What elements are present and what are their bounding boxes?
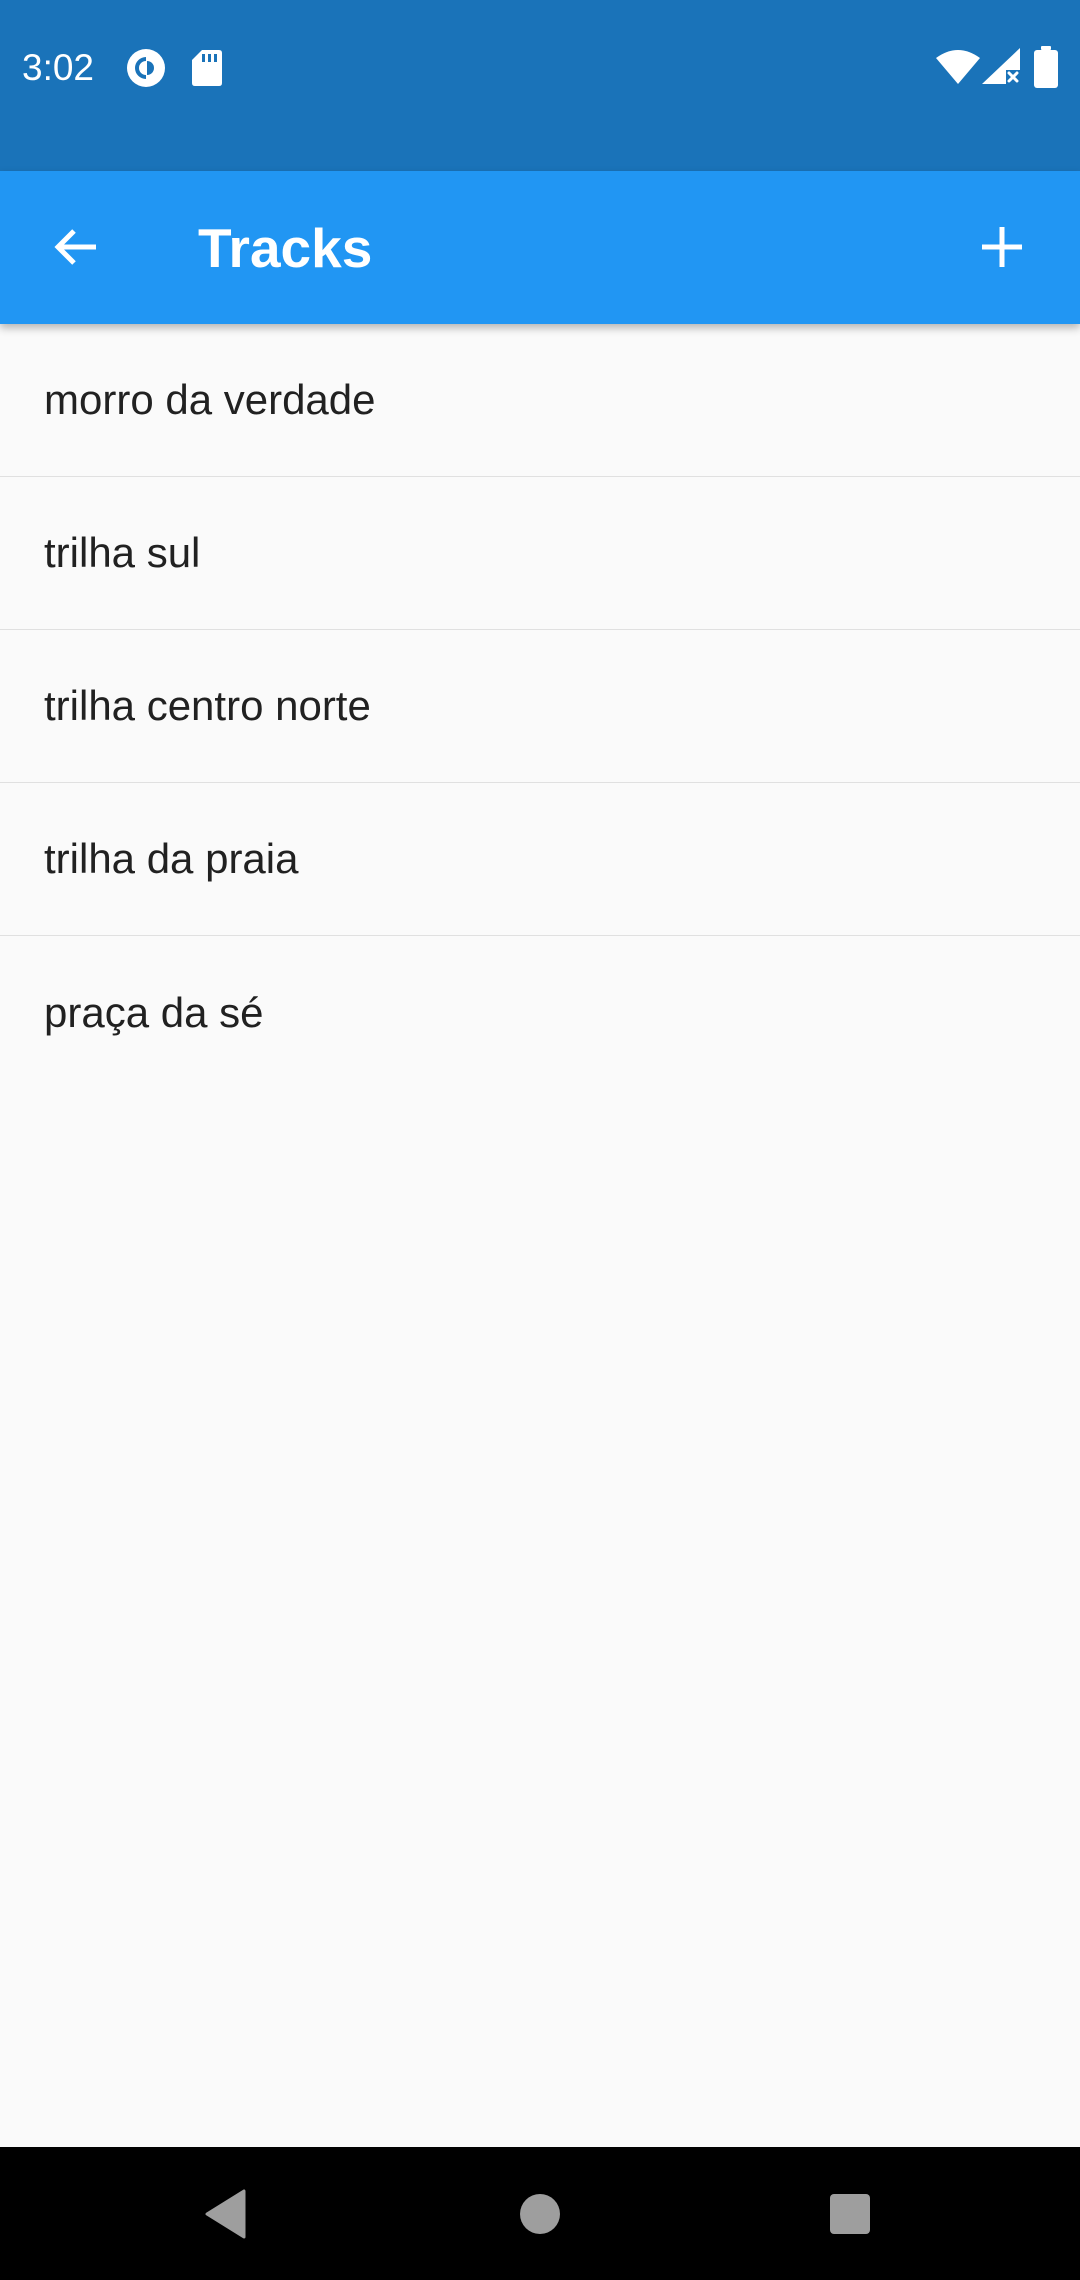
track-label: trilha sul	[44, 529, 201, 576]
wifi-icon	[936, 50, 980, 84]
status-time: 3:02	[22, 47, 95, 88]
track-label: trilha da praia	[44, 835, 299, 882]
plus-icon	[982, 227, 1022, 267]
arrow-left-icon	[54, 229, 96, 265]
screen: 3:02 Tracks morro da verdade trilha sul …	[0, 0, 1080, 2280]
track-list-item[interactable]: trilha da praia	[0, 783, 1080, 936]
signal-no-data-icon	[982, 48, 1020, 84]
track-list-item[interactable]: trilha sul	[0, 477, 1080, 630]
track-list-item[interactable]: praça da sé	[0, 936, 1080, 1089]
page-title: Tracks	[198, 217, 373, 279]
recents-square-icon	[830, 2194, 870, 2234]
nav-recents-button[interactable]	[805, 2171, 895, 2257]
track-list: morro da verdade trilha sul trilha centr…	[0, 324, 1080, 1089]
add-track-button[interactable]	[962, 207, 1042, 287]
nav-home-button[interactable]	[495, 2171, 585, 2257]
track-list-item[interactable]: morro da verdade	[0, 324, 1080, 477]
track-label: morro da verdade	[44, 376, 376, 423]
home-circle-icon	[520, 2194, 560, 2234]
track-label: trilha centro norte	[44, 682, 371, 729]
pocket-casts-icon	[127, 49, 165, 87]
status-bar: 3:02	[0, 0, 1080, 171]
system-navigation-bar	[0, 2147, 1080, 2280]
battery-icon	[1034, 46, 1058, 88]
nav-back-button[interactable]	[181, 2171, 271, 2257]
track-label: praça da sé	[44, 988, 264, 1036]
sd-card-icon	[192, 50, 222, 86]
app-bar: Tracks	[0, 171, 1080, 324]
back-button[interactable]	[36, 207, 116, 287]
track-list-item[interactable]: trilha centro norte	[0, 630, 1080, 783]
back-triangle-icon	[205, 2189, 246, 2239]
